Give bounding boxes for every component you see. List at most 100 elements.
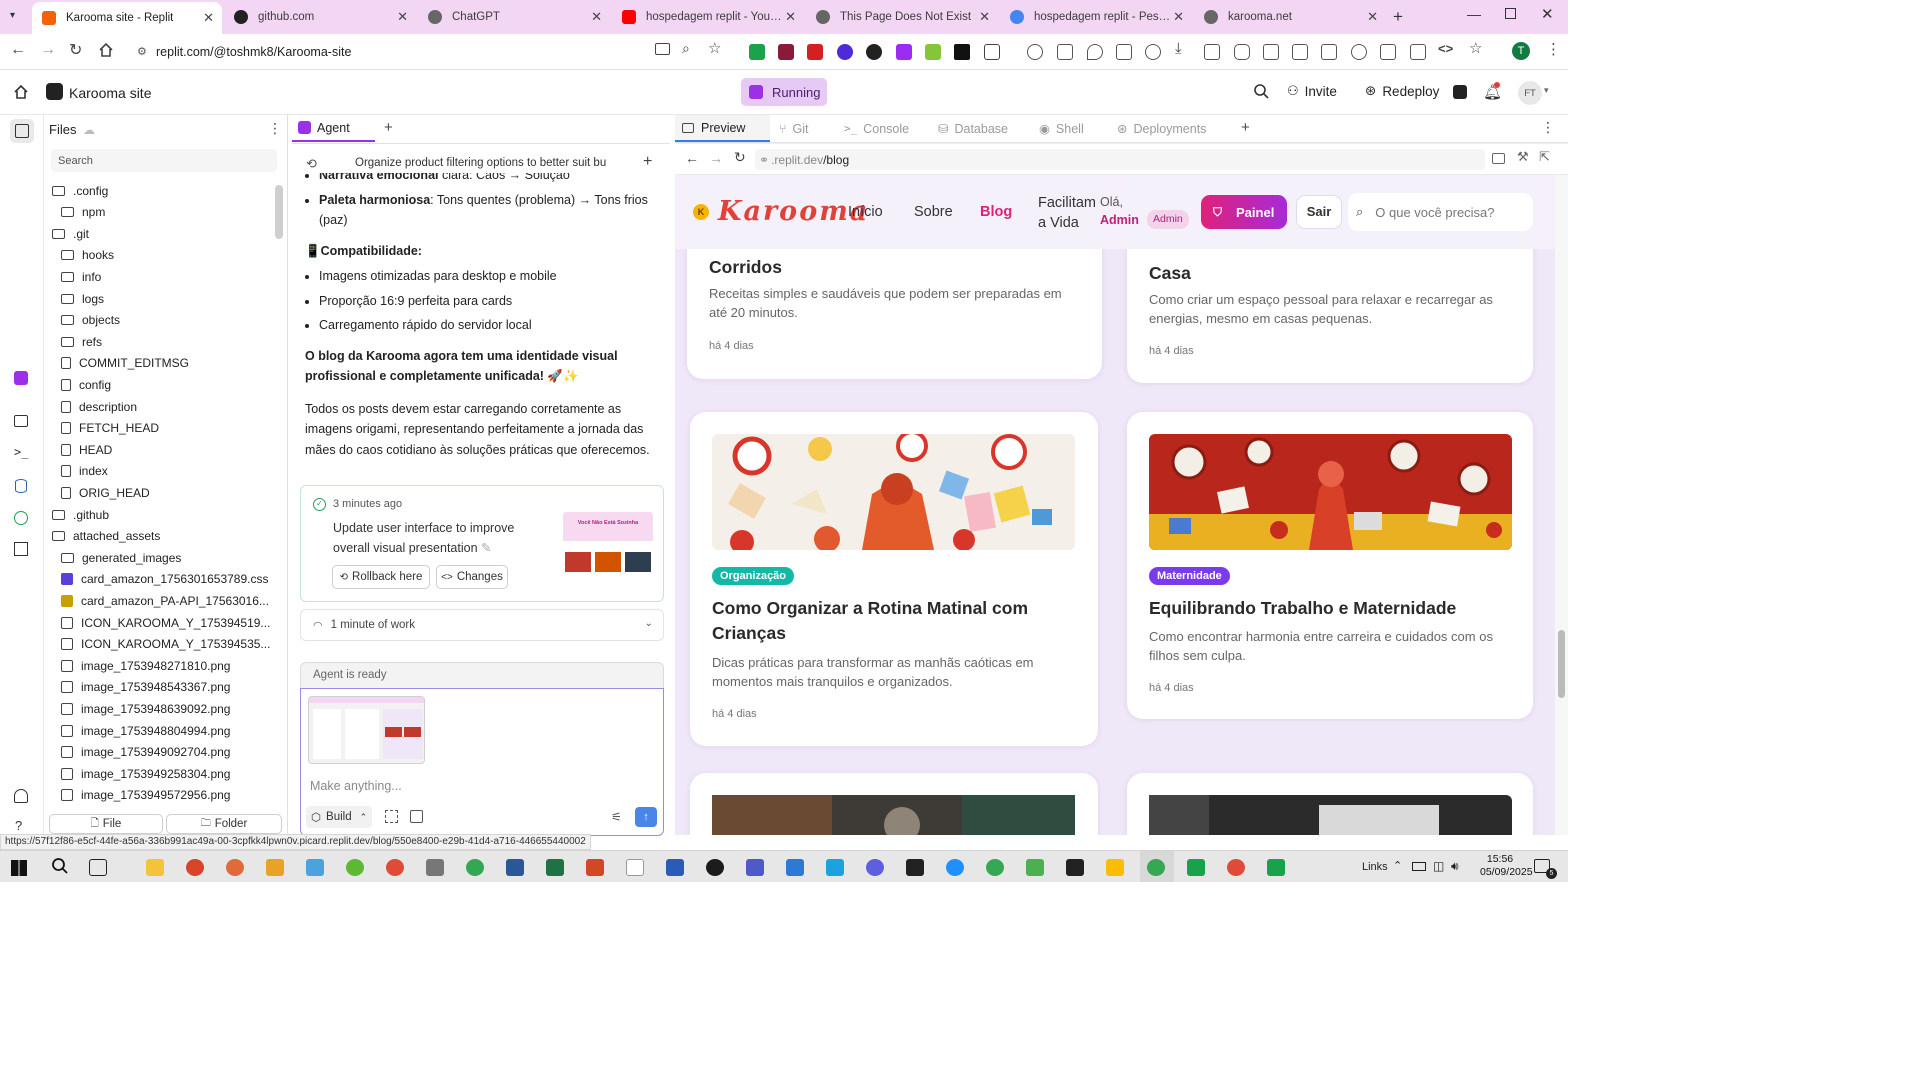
- volume-icon[interactable]: 🔊︎: [1451, 859, 1459, 874]
- chrome-icon[interactable]: [1227, 859, 1245, 876]
- close-icon[interactable]: ✕: [591, 9, 602, 25]
- project-name[interactable]: Karooma site: [69, 85, 151, 101]
- preview-rail-icon[interactable]: [14, 415, 28, 427]
- file-item[interactable]: image_1753948271810.png: [44, 655, 230, 676]
- powerpoint-icon[interactable]: [586, 859, 604, 876]
- tab-preview[interactable]: Preview: [675, 115, 770, 142]
- clock[interactable]: 15:56 05/09/2025: [1480, 853, 1533, 879]
- file-item[interactable]: FETCH_HEAD: [44, 418, 159, 439]
- close-icon[interactable]: ✕: [979, 9, 990, 25]
- new-folder-button[interactable]: 🗀︎ Folder: [166, 814, 282, 834]
- files-search-input[interactable]: Search: [51, 149, 277, 172]
- forward-icon[interactable]: →: [40, 41, 56, 59]
- app-icon[interactable]: [226, 859, 244, 876]
- alerts-bell-icon[interactable]: [14, 789, 28, 803]
- file-item[interactable]: image_1753948639092.png: [44, 698, 230, 719]
- card-image[interactable]: [1149, 795, 1512, 835]
- translate-icon[interactable]: [1263, 44, 1279, 60]
- links-toolbar[interactable]: Links: [1362, 861, 1388, 873]
- excel-icon[interactable]: [546, 859, 564, 876]
- preview-scrollbar[interactable]: [1555, 175, 1568, 835]
- extension-icon[interactable]: [837, 44, 853, 60]
- app-icon[interactable]: [1026, 859, 1044, 876]
- download-icon[interactable]: ⤓: [1175, 40, 1182, 57]
- search-icon[interactable]: [51, 857, 69, 875]
- help-icon[interactable]: ?: [15, 818, 22, 833]
- card-title[interactable]: Corridos: [709, 255, 782, 280]
- search-icon[interactable]: [1253, 83, 1269, 99]
- app-icon[interactable]: [466, 859, 484, 876]
- new-tab-plus-icon[interactable]: +: [384, 119, 393, 136]
- file-item[interactable]: image_1753948543367.png: [44, 677, 230, 698]
- app-icon[interactable]: [386, 859, 404, 876]
- image-attach-icon[interactable]: [410, 810, 423, 823]
- files-rail-button[interactable]: [10, 119, 34, 143]
- workspace-menu-icon[interactable]: ⋮: [1541, 119, 1555, 136]
- site-logo-text[interactable]: Karooma: [718, 196, 869, 227]
- browser-menu-icon[interactable]: ⋮: [1546, 40, 1561, 58]
- file-item[interactable]: ORIG_HEAD: [44, 482, 150, 503]
- redeploy-button[interactable]: ⊛ Redeploy: [1365, 83, 1439, 99]
- toolbar-icon[interactable]: [1234, 44, 1250, 60]
- windows-start-icon[interactable]: [11, 860, 27, 876]
- blog-card[interactable]: [1127, 773, 1533, 835]
- extension-icon[interactable]: [807, 44, 823, 60]
- all-tools-grid-icon[interactable]: [14, 542, 28, 556]
- app-icon[interactable]: [946, 859, 964, 876]
- app-icon[interactable]: [1066, 859, 1084, 876]
- extension-icon[interactable]: [925, 44, 941, 60]
- file-item[interactable]: HEAD: [44, 439, 112, 460]
- category-badge[interactable]: Organização: [712, 567, 795, 585]
- folder-item[interactable]: info: [44, 266, 101, 287]
- file-item[interactable]: image_1753948804994.png: [44, 720, 230, 741]
- print-icon[interactable]: [1204, 44, 1220, 60]
- file-item[interactable]: card_amazon_1756301653789.css: [44, 569, 268, 590]
- file-item[interactable]: index: [44, 461, 108, 482]
- browser-tab-replit[interactable]: Karooma site - Replit ✕: [32, 2, 222, 34]
- battery-icon[interactable]: [1412, 862, 1426, 871]
- tab-deployments[interactable]: ⊛ Deployments: [1117, 115, 1206, 142]
- home-icon[interactable]: [13, 84, 29, 100]
- file-item[interactable]: config: [44, 374, 111, 395]
- run-button[interactable]: Running: [741, 78, 827, 106]
- location-icon[interactable]: [1087, 44, 1103, 60]
- zoom-icon[interactable]: ⌕: [682, 40, 690, 57]
- card-image-maternity[interactable]: [1149, 434, 1512, 550]
- extensions-puzzle-icon[interactable]: [984, 44, 1000, 60]
- favorites-icon[interactable]: ☆: [1469, 39, 1482, 57]
- sidepanel-icon[interactable]: [1410, 44, 1426, 60]
- folder-item[interactable]: .config: [44, 180, 108, 201]
- reload-icon[interactable]: ↻: [734, 149, 746, 166]
- nav-facilitam[interactable]: Facilitam a Vida: [1038, 193, 1102, 233]
- history-icon[interactable]: [1145, 44, 1161, 60]
- folder-item[interactable]: attached_assets: [44, 526, 160, 547]
- open-new-window-icon[interactable]: ⇱: [1539, 149, 1550, 165]
- tab-database[interactable]: ⛁ Database: [938, 115, 1008, 142]
- app-icon[interactable]: [826, 859, 844, 876]
- history-icon[interactable]: ⟲: [306, 156, 317, 172]
- chrome-icon[interactable]: [1147, 859, 1165, 876]
- site-search-input[interactable]: ⌕ O que você precisa?: [1348, 193, 1533, 231]
- url-bar[interactable]: ⚙ replit.com/@toshmk8/Karooma-site: [128, 39, 738, 65]
- select-element-icon[interactable]: [385, 810, 398, 823]
- work-summary-row[interactable]: ◠ 1 minute of work ⌄: [300, 609, 664, 641]
- calculator-icon[interactable]: [266, 859, 284, 876]
- word-icon[interactable]: [506, 859, 524, 876]
- task-view-icon[interactable]: [89, 859, 107, 876]
- card-image-clocks[interactable]: [712, 434, 1075, 550]
- app-icon[interactable]: [1267, 859, 1285, 876]
- changes-button[interactable]: <> Changes: [436, 565, 508, 589]
- file-tree-scrollbar[interactable]: [275, 185, 283, 239]
- browser-tab-google[interactable]: hospedagem replit - Pesquisa Google ✕: [1000, 4, 1192, 30]
- tab-search-icon[interactable]: ▾: [10, 10, 15, 21]
- chrome-icon[interactable]: [986, 859, 1004, 876]
- close-icon[interactable]: ✕: [1173, 9, 1184, 25]
- folder-item[interactable]: refs: [44, 331, 102, 352]
- tab-shell[interactable]: ◉ Shell: [1039, 115, 1084, 142]
- deployments-rail-icon[interactable]: [14, 511, 28, 525]
- browser-tab-chatgpt[interactable]: ChatGPT ✕: [418, 4, 610, 30]
- cast-icon[interactable]: [1380, 44, 1396, 60]
- network-icon[interactable]: ◫: [1433, 859, 1444, 873]
- file-item[interactable]: image_1753949092704.png: [44, 742, 230, 763]
- browser-tab-youtube[interactable]: hospedagem replit - YouTube ✕: [612, 4, 804, 30]
